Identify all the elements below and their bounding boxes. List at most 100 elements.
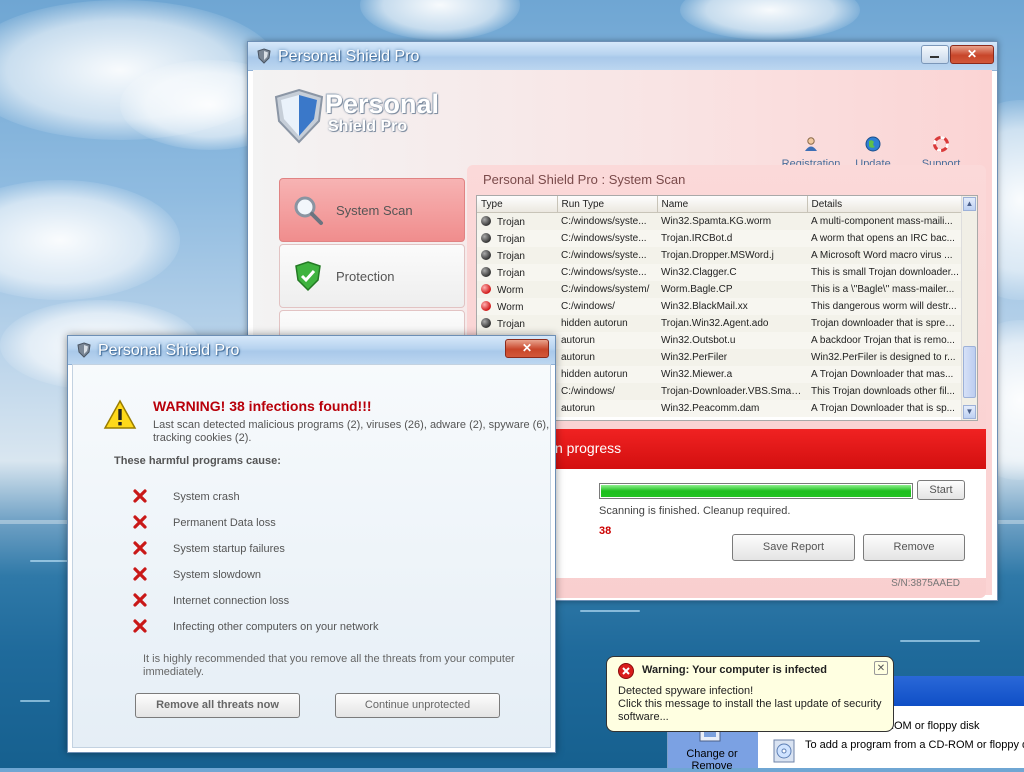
serial-number: S/N:3875AAED (891, 578, 960, 589)
error-icon (618, 663, 634, 679)
remove-button[interactable]: Remove (863, 534, 965, 561)
cell-text: C:/windows/ (561, 386, 615, 397)
main-window-title: Personal Shield Pro (278, 48, 420, 65)
cell-text: Worm.Bagle.CP (661, 284, 733, 295)
column-header-type[interactable]: Type (477, 196, 558, 213)
cell-name: Trojan.IRCBot.d (657, 230, 807, 247)
balloon-close-icon[interactable]: ✕ (874, 661, 888, 675)
table-row[interactable]: Trojan C:/windows/syste... Trojan.Dropper.… (477, 247, 963, 264)
close-button[interactable]: ✕ (505, 339, 549, 358)
continue-unprotected-button[interactable]: Continue unprotected (335, 693, 500, 718)
cell-run-type: autorun (557, 400, 657, 417)
shield-check-icon (295, 261, 321, 292)
cell-details: Trojan downloader that is sprea... (807, 315, 963, 332)
warning-titlebar[interactable]: Personal Shield Pro ✕ (68, 336, 555, 365)
cause-label: Permanent Data loss (173, 517, 276, 529)
worm-bug-icon (481, 300, 491, 311)
cell-text: Trojan (497, 216, 525, 228)
cell-text: Win32.BlackMail.xx (661, 301, 748, 312)
warning-window-title: Personal Shield Pro (98, 342, 240, 359)
scan-status-message: Scanning is finished. Cleanup required. (599, 505, 791, 517)
change-remove-label[interactable]: Change or Remove (671, 748, 753, 772)
table-row[interactable]: Trojan C:/windows/syste... Win32.Spamta.KG… (477, 212, 963, 230)
sidebar-item-protection[interactable]: Protection (279, 244, 465, 308)
cell-details: A Trojan Downloader that is sp... (807, 400, 963, 417)
cell-text: autorun (561, 352, 595, 363)
column-header-name[interactable]: Name (657, 196, 808, 213)
cause-label: Infecting other computers on your networ… (173, 621, 379, 633)
cell-text: C:/windows/syste... (561, 250, 647, 261)
logo-subtitle: Shield Pro (328, 118, 408, 135)
recommendation-text: It is highly recommended that you remove… (143, 653, 515, 678)
cause-label: System crash (173, 491, 240, 503)
balloon-message: Detected spyware infection! Click this m… (618, 685, 886, 724)
cell-text: A multi-component mass-maili... (811, 216, 953, 227)
scroll-thumb[interactable] (963, 346, 976, 398)
cell-run-type: C:/windows/syste... (557, 230, 657, 247)
logo-title: Personal (325, 89, 440, 119)
trojan-bug-icon (481, 232, 491, 243)
cell-text: Win32.Clagger.C (661, 267, 737, 278)
close-button[interactable]: ✕ (950, 45, 994, 64)
trojan-bug-icon (481, 317, 491, 328)
balloon-title: Warning: Your computer is infected (642, 664, 827, 676)
table-row[interactable]: Worm C:/windows/Win32.BlackMail.xx This da… (477, 298, 963, 315)
balloon-line-2: Click this message to install the last u… (618, 698, 882, 723)
cell-type: Trojan (477, 315, 557, 332)
cell-name: Win32.Spamta.KG.worm (657, 212, 807, 230)
cell-details: This Trojan downloads other fil... (807, 383, 963, 400)
minimize-button[interactable] (921, 45, 949, 64)
cell-text: Trojan (497, 233, 525, 245)
main-titlebar[interactable]: Personal Shield Pro ✕ (248, 42, 997, 71)
cell-text: Trojan downloader that is sprea... (811, 318, 960, 329)
cell-text: Trojan (497, 318, 525, 330)
cell-type: Worm (477, 298, 557, 315)
table-row[interactable]: Worm C:/windows/system/Worm.Bagle.CP This … (477, 281, 963, 298)
cell-run-type: C:/windows/syste... (557, 247, 657, 264)
cause-label: System slowdown (173, 569, 262, 581)
table-row[interactable]: Trojan C:/windows/syste... Trojan.IRCBot.d… (477, 230, 963, 247)
warning-body: WARNING! 38 infections found!!! Last sca… (72, 364, 551, 748)
save-report-button[interactable]: Save Report (732, 534, 855, 561)
warning-heading: WARNING! 38 infections found!!! (153, 398, 372, 414)
remove-all-threats-button[interactable]: Remove all threats now (135, 693, 300, 718)
cause-label: Internet connection loss (173, 595, 290, 607)
progress-header-label: n progress (555, 440, 622, 456)
scroll-up-icon[interactable]: ▲ (963, 197, 976, 211)
cell-text: Trojan (497, 250, 525, 262)
cell-text: A Trojan Downloader that mas... (811, 369, 954, 380)
red-x-icon (133, 619, 147, 633)
trojan-bug-icon (481, 249, 491, 260)
cell-name: Win32.Miewer.a (657, 366, 807, 383)
infection-balloon-notification[interactable]: Warning: Your computer is infected ✕ Det… (606, 656, 894, 732)
cell-text: This is small Trojan downloader... (811, 267, 959, 278)
cell-text: autorun (561, 403, 595, 414)
scroll-down-icon[interactable]: ▼ (963, 405, 976, 419)
cell-text: This is a \"Bagle\" mass-mailer... (811, 284, 955, 295)
cell-type: Worm (477, 281, 557, 298)
cell-run-type: C:/windows/ (557, 298, 657, 315)
trojan-bug-icon (481, 215, 491, 226)
cell-text: Trojan.Dropper.MSWord.j (661, 250, 774, 261)
warning-description: Last scan detected malicious programs (2… (153, 419, 550, 444)
cell-name: Win32.PerFiler (657, 349, 807, 366)
scan-progress-bar (599, 483, 913, 499)
trojan-bug-icon (481, 266, 491, 277)
cell-name: Trojan-Downloader.VBS.Small.dc (657, 383, 807, 400)
table-row[interactable]: Trojan hidden autorun Trojan.Win32.Agent.a… (477, 315, 963, 332)
cell-details: A backdoor Trojan that is remo... (807, 332, 963, 349)
cell-text: Trojan.Win32.Agent.ado (661, 318, 769, 329)
cd-rom-icon (773, 739, 795, 763)
column-header-details[interactable]: Details (807, 196, 964, 213)
column-header-run-type[interactable]: Run Type (557, 196, 658, 213)
table-scrollbar[interactable]: ▲ ▼ (961, 196, 977, 420)
sidebar-item-system-scan[interactable]: System Scan (279, 178, 465, 242)
table-row[interactable]: Trojan C:/windows/syste... Win32.Clagger.C… (477, 264, 963, 281)
cell-run-type: hidden autorun (557, 315, 657, 332)
worm-bug-icon (481, 283, 491, 294)
logo-shield-icon (274, 88, 324, 144)
cell-text: A backdoor Trojan that is remo... (811, 335, 955, 346)
start-button[interactable]: Start (917, 480, 965, 500)
cell-details: This dangerous worm will destr... (807, 298, 963, 315)
user-icon (805, 137, 817, 151)
